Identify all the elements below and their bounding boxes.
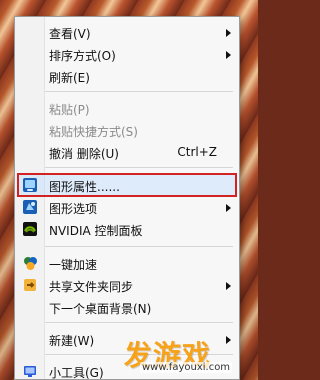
- menu-item-paste[interactable]: 粘贴(P): [15, 97, 239, 119]
- menu-item-label: 图形选项: [49, 202, 98, 216]
- menu-separator: [45, 91, 233, 92]
- menu-item-label: 粘贴快捷方式(S): [49, 125, 138, 139]
- menu-item-label: 撤消 删除(U): [49, 147, 119, 161]
- menu-separator: [45, 167, 233, 168]
- share-sync-icon: [22, 277, 38, 293]
- menu-item-label: 粘贴(P): [49, 103, 90, 117]
- nvidia-icon: [22, 221, 38, 237]
- menu-item-one-click-speedup[interactable]: 一键加速: [15, 252, 239, 274]
- menu-item-share-folder-sync[interactable]: 共享文件夹同步: [15, 274, 239, 296]
- menu-item-undo-delete[interactable]: 撤消 删除(U) Ctrl+Z: [15, 141, 239, 163]
- submenu-arrow-icon: [226, 282, 231, 290]
- speedup-icon: [22, 255, 38, 271]
- submenu-arrow-icon: [226, 204, 231, 212]
- menu-item-graphics-properties[interactable]: 图形属性......: [15, 174, 239, 196]
- menu-item-nvidia-control-panel[interactable]: NVIDIA 控制面板: [15, 218, 239, 240]
- menu-separator: [45, 322, 233, 323]
- menu-item-label: 图形属性......: [49, 180, 120, 194]
- menu-item-paste-shortcut[interactable]: 粘贴快捷方式(S): [15, 119, 239, 141]
- menu-item-view[interactable]: 查看(V): [15, 21, 239, 43]
- watermark: 发游戏 www.fayouxi.com: [124, 334, 258, 380]
- menu-item-shortcut: Ctrl+Z: [177, 145, 217, 159]
- watermark-url-text: www.fayouxi.com: [140, 362, 233, 373]
- menu-item-next-desktop-background[interactable]: 下一个桌面背景(N): [15, 296, 239, 318]
- menu-item-refresh[interactable]: 刷新(E): [15, 65, 239, 87]
- menu-item-label: 小工具(G): [49, 366, 104, 380]
- menu-separator: [45, 246, 233, 247]
- menu-item-label: 新建(W): [49, 334, 95, 348]
- gadgets-icon: [22, 363, 38, 379]
- menu-item-label: 排序方式(O): [49, 49, 116, 63]
- graphics-properties-icon: [22, 177, 38, 193]
- menu-item-label: 共享文件夹同步: [49, 280, 134, 294]
- graphics-options-icon: [22, 199, 38, 215]
- menu-item-label: NVIDIA 控制面板: [49, 224, 143, 238]
- menu-item-graphics-options[interactable]: 图形选项: [15, 196, 239, 218]
- menu-item-label: 下一个桌面背景(N): [49, 302, 152, 316]
- submenu-arrow-icon: [226, 29, 231, 37]
- menu-item-sort-by[interactable]: 排序方式(O): [15, 43, 239, 65]
- context-menu: 查看(V) 排序方式(O) 刷新(E) 粘贴(P) 粘贴快捷方式(S) 撤消 删…: [14, 16, 240, 380]
- submenu-arrow-icon: [226, 51, 231, 59]
- menu-item-label: 查看(V): [49, 27, 91, 41]
- menu-item-label: 一键加速: [49, 258, 98, 272]
- menu-item-label: 刷新(E): [49, 71, 90, 85]
